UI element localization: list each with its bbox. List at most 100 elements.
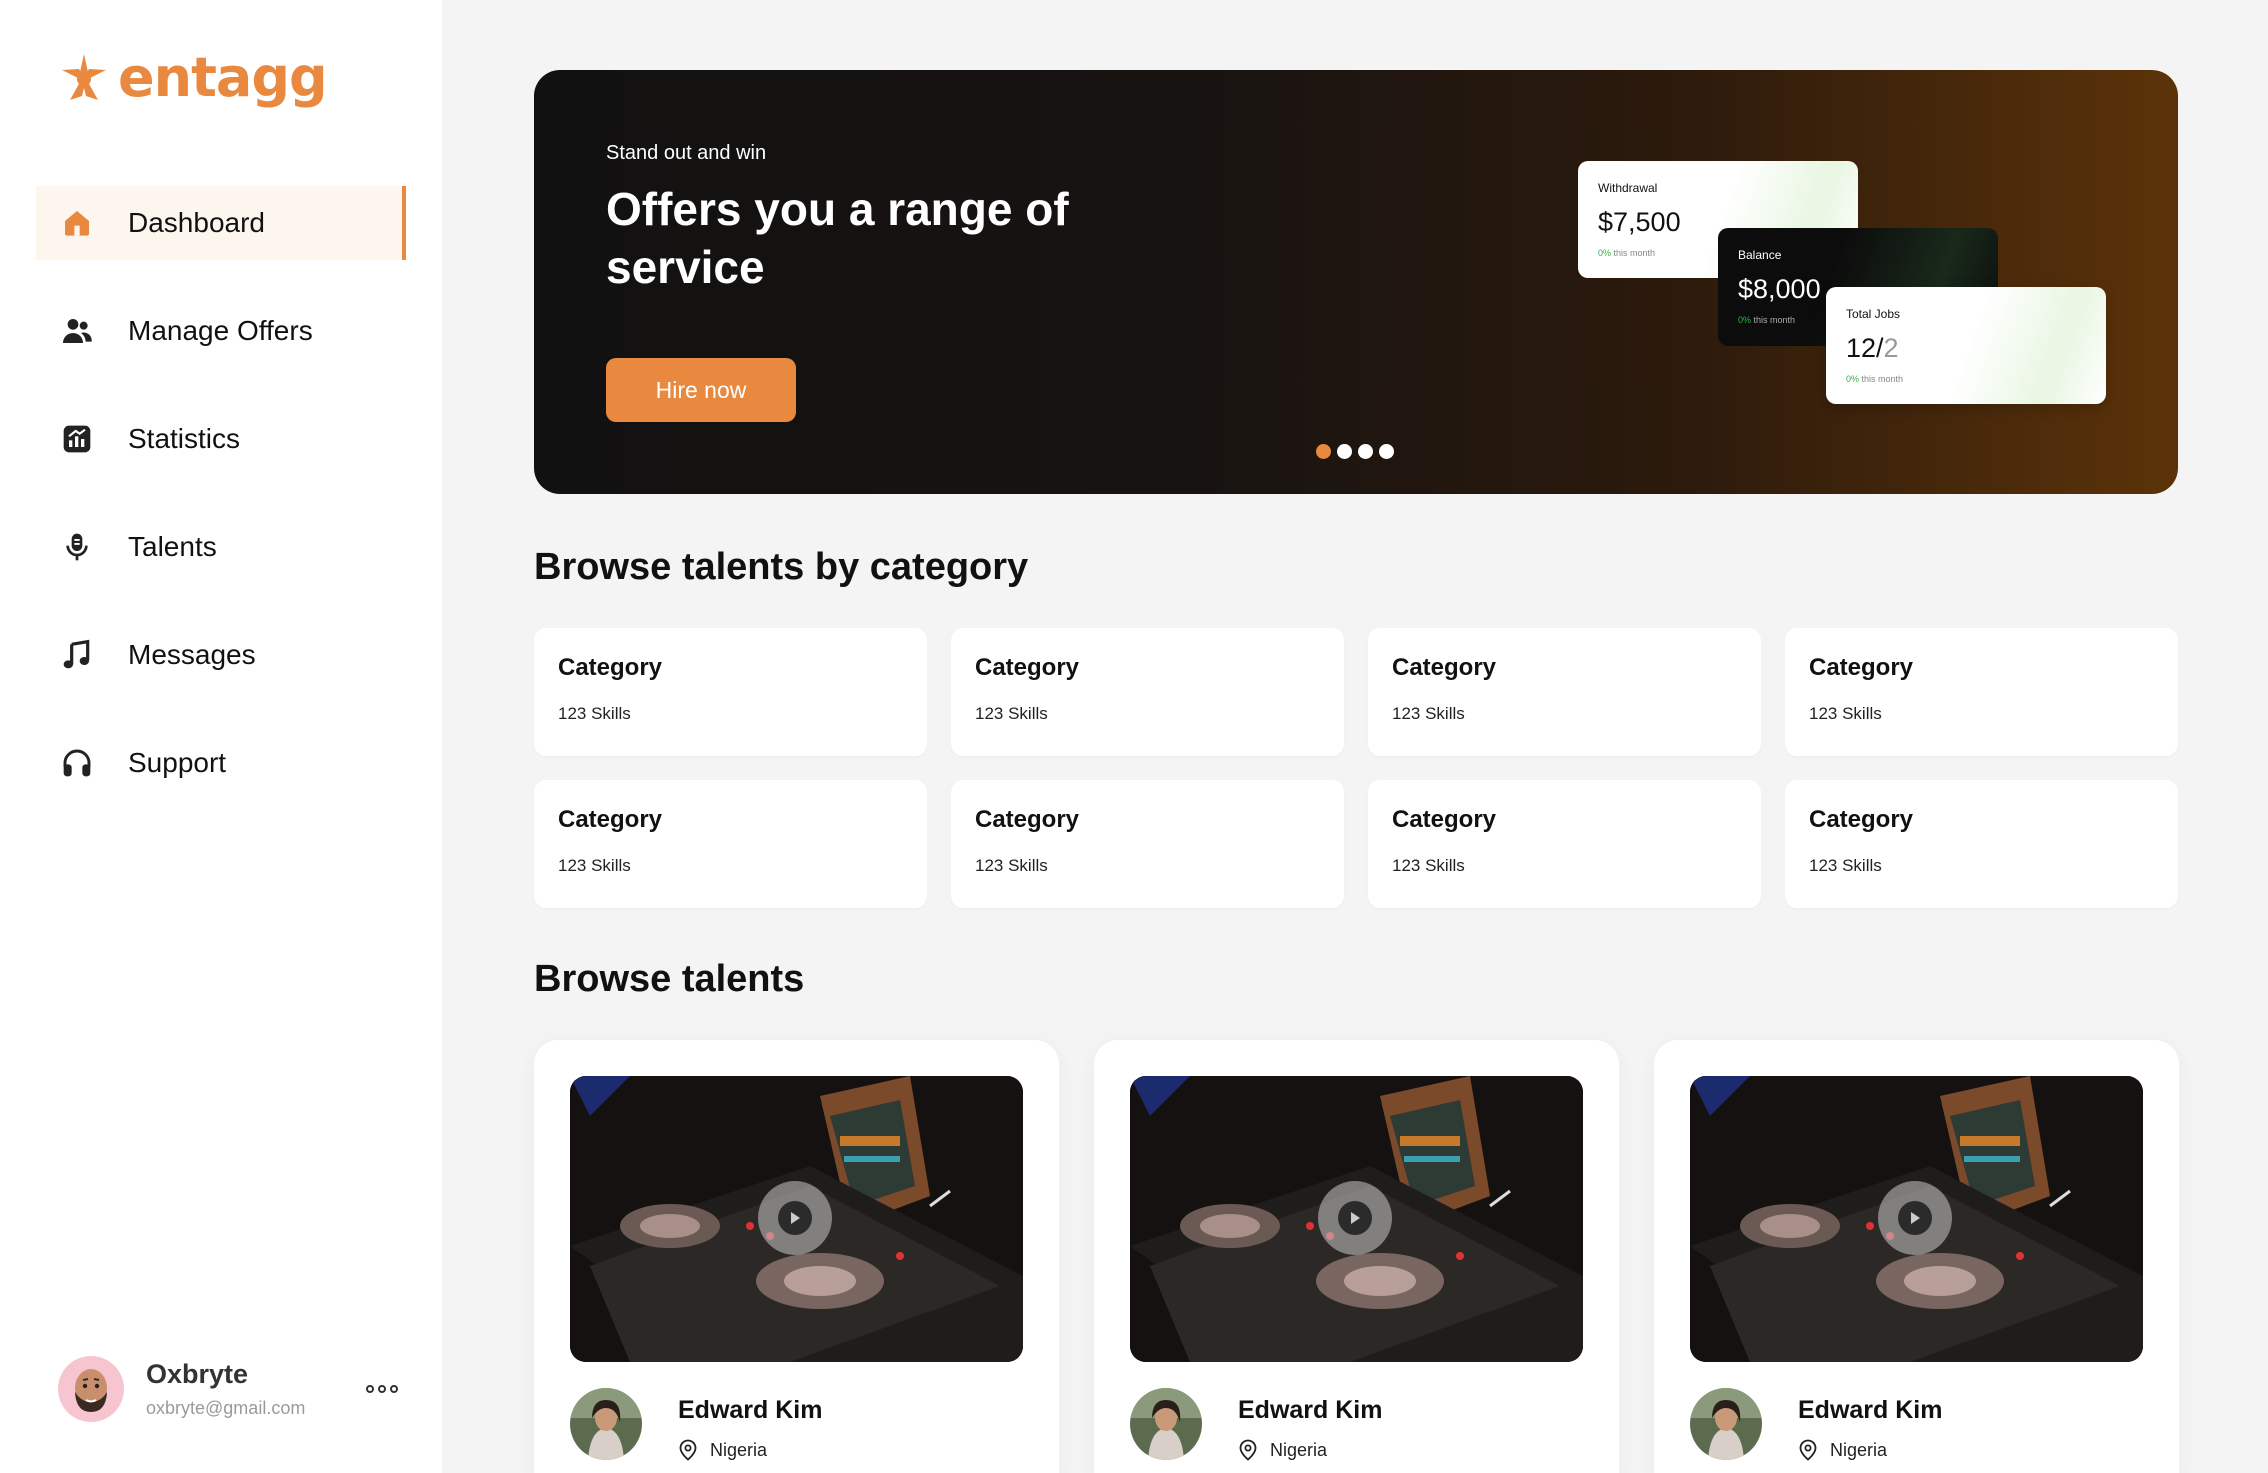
talent-location: Nigeria — [678, 1439, 822, 1461]
carousel-dot[interactable] — [1316, 444, 1331, 459]
home-icon — [60, 206, 94, 240]
sidebar-item-talents[interactable]: Talents — [36, 510, 406, 584]
sidebar-item-messages[interactable]: Messages — [36, 618, 406, 692]
category-name: Category — [1392, 654, 1497, 681]
user-info: Oxbryte oxbryte@gmail.com — [146, 1359, 344, 1419]
total-jobs-value: 12/2 — [1846, 333, 1899, 363]
category-card[interactable]: Category 123 Skills — [534, 628, 927, 756]
category-name: Category — [1809, 806, 1914, 833]
sidebar-item-label: Statistics — [128, 423, 241, 454]
memoji-avatar-icon — [75, 1369, 107, 1412]
talent-video-thumbnail[interactable] — [570, 1076, 1023, 1362]
category-skills: 123 Skills — [975, 704, 1048, 723]
talent-card[interactable]: Edward Kim Nigeria — [1654, 1040, 2179, 1473]
banner-title: Offers you a range of service — [606, 183, 1069, 293]
music-note-icon — [60, 638, 94, 672]
talent-card[interactable]: Edward Kim Nigeria — [1094, 1040, 1619, 1473]
talent-meta: Edward Kim Nigeria — [570, 1388, 1023, 1461]
category-card[interactable]: Category 123 Skills — [534, 780, 927, 908]
category-grid: Category 123 Skills Category 123 Skills Ca… — [534, 628, 2178, 908]
sidebar-item-dashboard[interactable]: Dashboard — [36, 186, 406, 260]
talent-card[interactable]: Edward Kim Nigeria — [534, 1040, 1059, 1473]
more-options-icon[interactable] — [366, 1382, 398, 1396]
category-skills: 123 Skills — [975, 856, 1048, 875]
sidebar-item-manage-offers[interactable]: Manage Offers — [36, 294, 406, 368]
talent-video-thumbnail[interactable] — [1130, 1076, 1583, 1362]
play-button[interactable] — [1318, 1181, 1392, 1255]
categories-section-title: Browse talents by category — [534, 546, 1029, 588]
talent-name[interactable]: Edward Kim — [1798, 1396, 1942, 1425]
location-pin-icon — [1239, 1439, 1257, 1461]
sidebar-item-label: Messages — [128, 639, 256, 670]
category-name: Category — [558, 654, 663, 681]
avatar — [58, 1356, 124, 1422]
sidebar-nav: Dashboard Manage Offers Statistics Talen… — [36, 186, 406, 834]
microphone-icon — [60, 530, 94, 564]
category-card[interactable]: Category 123 Skills — [1785, 628, 2178, 756]
total-jobs-label: Total Jobs — [1846, 307, 1901, 321]
sidebar: entagg Dashboard Manage Offers Statistic… — [0, 0, 442, 1473]
total-jobs-card: Total Jobs 12/2 0% this month — [1826, 287, 2106, 404]
user-email: oxbryte@gmail.com — [146, 1398, 306, 1418]
carousel-dots — [1316, 444, 1394, 459]
talent-meta: Edward Kim Nigeria — [1130, 1388, 1583, 1461]
talent-avatar[interactable] — [570, 1388, 642, 1460]
talent-avatar[interactable] — [1690, 1388, 1762, 1460]
brand-name: entagg — [118, 46, 328, 109]
balance-label: Balance — [1738, 248, 1782, 262]
talent-photo — [1690, 1388, 1762, 1460]
carousel-dot[interactable] — [1358, 444, 1373, 459]
category-skills: 123 Skills — [1392, 856, 1465, 875]
talent-video-thumbnail[interactable] — [1690, 1076, 2143, 1362]
asterisk-logo-icon — [62, 53, 106, 100]
category-name: Category — [975, 654, 1080, 681]
talent-details: Edward Kim Nigeria — [678, 1388, 822, 1461]
withdrawal-label: Withdrawal — [1598, 181, 1658, 195]
talent-name[interactable]: Edward Kim — [678, 1396, 822, 1425]
carousel-dot[interactable] — [1337, 444, 1352, 459]
talent-photo — [1130, 1388, 1202, 1460]
category-card[interactable]: Category 123 Skills — [1368, 628, 1761, 756]
headphones-icon — [60, 746, 94, 780]
hire-now-button[interactable]: Hire now — [606, 358, 796, 422]
category-skills: 123 Skills — [558, 856, 631, 875]
sidebar-item-label: Dashboard — [128, 207, 265, 238]
category-card[interactable]: Category 123 Skills — [1368, 780, 1761, 908]
play-button[interactable] — [758, 1181, 832, 1255]
talent-avatar[interactable] — [1130, 1388, 1202, 1460]
talent-details: Edward Kim Nigeria — [1798, 1388, 1942, 1461]
carousel-dot[interactable] — [1379, 444, 1394, 459]
category-skills: 123 Skills — [1392, 704, 1465, 723]
talent-location: Nigeria — [1238, 1439, 1382, 1461]
talent-location: Nigeria — [1798, 1439, 1942, 1461]
sidebar-item-label: Manage Offers — [128, 315, 313, 346]
user-profile[interactable]: Oxbryte oxbryte@gmail.com — [58, 1356, 398, 1422]
play-icon — [1338, 1201, 1372, 1235]
talents-section-title: Browse talents — [534, 958, 805, 1000]
category-card[interactable]: Category 123 Skills — [951, 780, 1344, 908]
promo-banner: Stand out and win Offers you a range of … — [534, 70, 2178, 494]
sidebar-item-label: Support — [128, 747, 227, 778]
talent-details: Edward Kim Nigeria — [1238, 1388, 1382, 1461]
sidebar-item-statistics[interactable]: Statistics — [36, 402, 406, 476]
category-name: Category — [1392, 806, 1497, 833]
talent-photo — [570, 1388, 642, 1460]
users-icon — [60, 314, 94, 348]
play-icon — [778, 1201, 812, 1235]
sidebar-item-support[interactable]: Support — [36, 726, 406, 800]
category-skills: 123 Skills — [1809, 704, 1882, 723]
banner-kicker: Stand out and win — [606, 142, 767, 164]
talent-name[interactable]: Edward Kim — [1238, 1396, 1382, 1425]
location-pin-icon — [679, 1439, 697, 1461]
total-jobs-change: 0% this month — [1846, 374, 1904, 384]
category-name: Category — [1809, 654, 1914, 681]
chart-icon — [60, 422, 94, 456]
category-card[interactable]: Category 123 Skills — [1785, 780, 2178, 908]
category-skills: 123 Skills — [558, 704, 631, 723]
brand-logo[interactable]: entagg — [60, 46, 328, 109]
play-button[interactable] — [1878, 1181, 1952, 1255]
category-card[interactable]: Category 123 Skills — [951, 628, 1344, 756]
category-name: Category — [975, 806, 1080, 833]
sidebar-item-label: Talents — [128, 531, 217, 562]
talent-meta: Edward Kim Nigeria — [1690, 1388, 2143, 1461]
